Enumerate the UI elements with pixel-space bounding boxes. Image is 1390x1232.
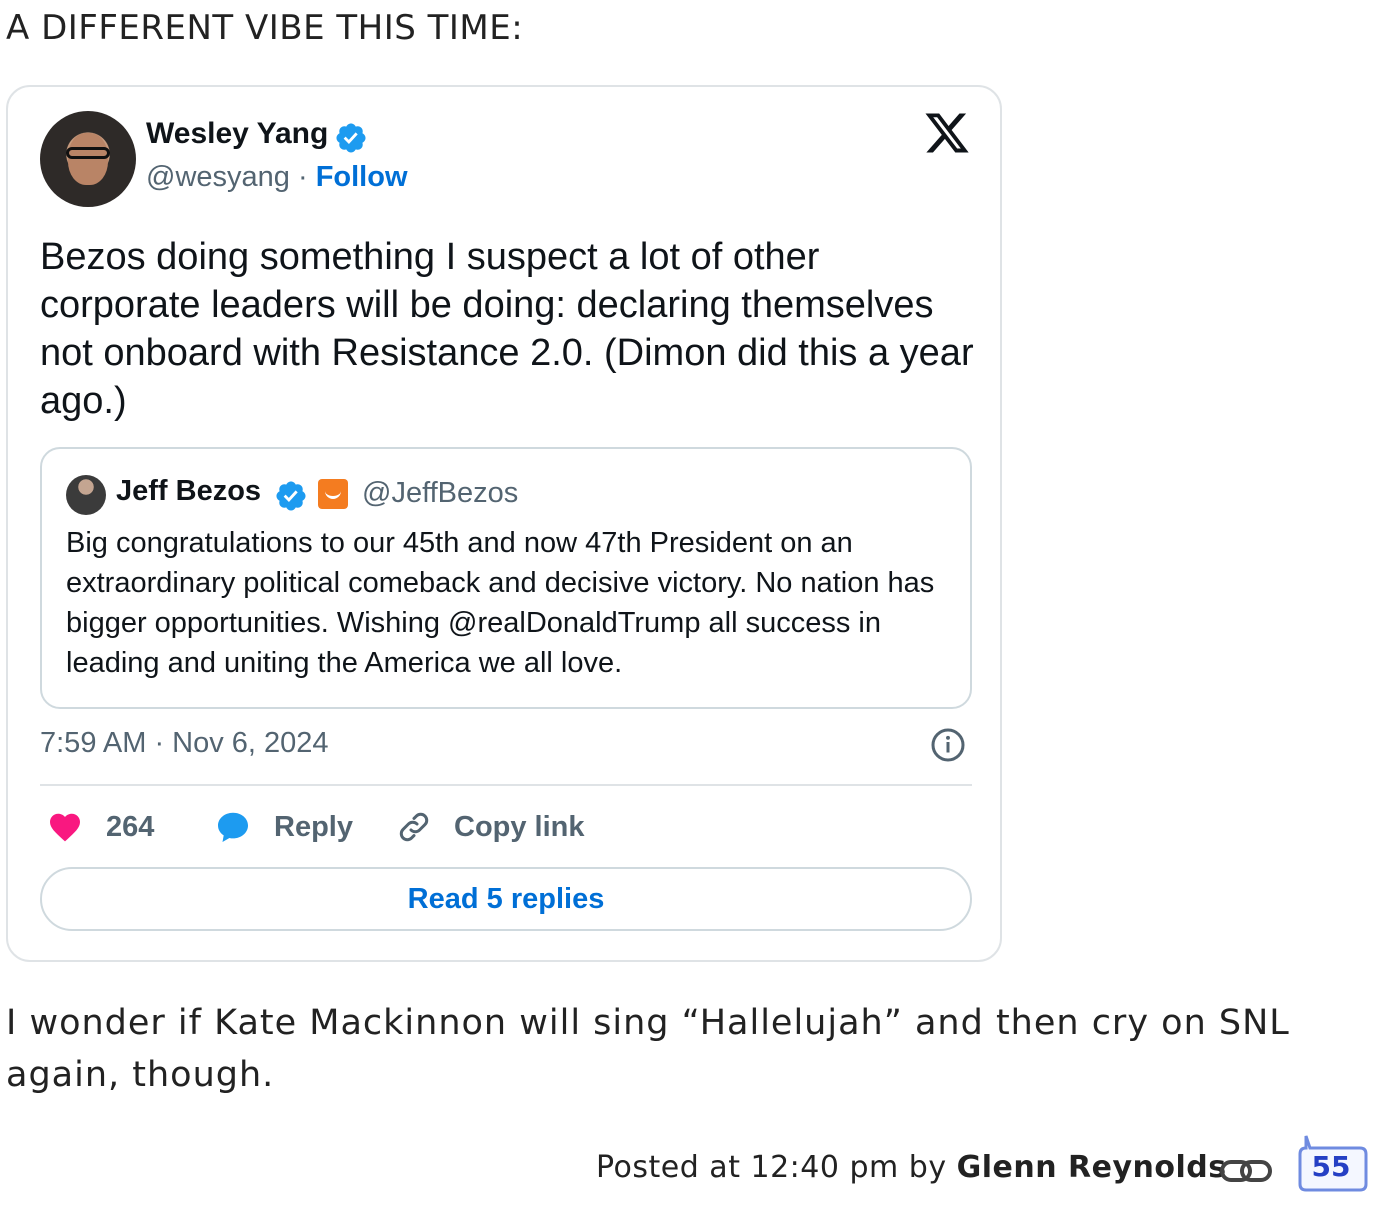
reply-label: Reply (274, 810, 353, 843)
byline-author-link[interactable]: Glenn Reynolds (957, 1150, 1227, 1185)
reply-bubble-icon (218, 812, 248, 842)
tweet-divider (40, 784, 972, 786)
verified-icon (336, 123, 366, 153)
tweet-author-name[interactable]: Wesley Yang (146, 117, 328, 151)
tweet-timestamp[interactable]: 7:59 AM · Nov 6, 2024 (40, 727, 329, 760)
x-logo-icon[interactable] (922, 109, 972, 157)
link-icon (399, 812, 429, 842)
tweet-handle-line: @wesyang · Follow (146, 161, 408, 194)
heart-icon (50, 813, 80, 842)
embedded-tweet[interactable]: Wesley Yang @wesyang · Follow Bezos doin… (6, 85, 1002, 962)
copy-link-button[interactable]: Copy link (396, 809, 585, 845)
copy-link-label: Copy link (454, 810, 585, 843)
posted-byline: Posted at 12:40 pm by Glenn Reynolds (596, 1150, 1227, 1185)
handle-separator: · (289, 161, 316, 193)
quote-author-avatar (66, 475, 106, 515)
like-count: 264 (106, 810, 155, 843)
post-body-text: I wonder if Kate Mackinnon will sing “Ha… (6, 1003, 1290, 1095)
amazon-affiliate-badge-icon (318, 479, 348, 509)
author-avatar[interactable] (40, 111, 136, 207)
quote-author-name: Jeff Bezos (116, 475, 262, 507)
follow-button[interactable]: Follow (316, 161, 408, 193)
quote-text: Big congratulations to our 45th and now … (66, 527, 935, 679)
tweet-text: Bezos doing something I suspect a lot of… (40, 236, 974, 422)
read-replies-button[interactable]: Read 5 replies (40, 867, 972, 931)
permalink-icon[interactable] (1220, 1156, 1272, 1186)
tweet-handle[interactable]: @wesyang (146, 161, 290, 193)
quoted-tweet[interactable]: Jeff Bezos @JeffBezos Big congratulation… (40, 447, 972, 709)
quote-author-handle: @JeffBezos (362, 477, 519, 509)
comment-count[interactable]: 55 (1300, 1150, 1362, 1183)
verified-icon (276, 481, 306, 511)
post-headline: A DIFFERENT VIBE THIS TIME: (6, 8, 524, 48)
reply-button[interactable]: Reply (214, 809, 353, 845)
like-button[interactable]: 264 (46, 809, 154, 845)
info-icon[interactable] (930, 727, 966, 763)
posted-prefix: Posted at 12:40 pm by (596, 1150, 957, 1185)
